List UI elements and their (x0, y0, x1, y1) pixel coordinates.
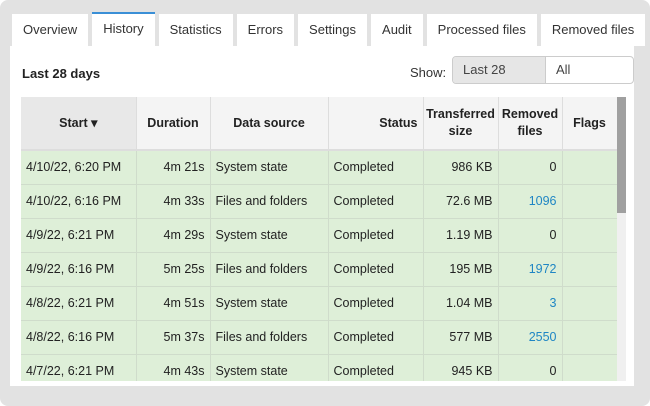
tab-errors[interactable]: Errors (236, 14, 295, 46)
column-header-flags[interactable]: Flags (562, 97, 618, 151)
scrollbar-thumb[interactable] (617, 97, 626, 213)
column-header-removed-files[interactable]: Removed files (498, 97, 563, 151)
duration-cell: 4m 33s (136, 184, 211, 219)
history-table: Start ▾ Duration Data source Status Tran… (21, 97, 618, 381)
flags-cell (562, 286, 618, 321)
last-28-days-button[interactable]: Last 28 days (453, 57, 546, 83)
status-cell: Completed (328, 184, 424, 219)
tab-removed-files[interactable]: Removed files (540, 14, 646, 46)
start-cell: 4/9/22, 6:21 PM (21, 218, 137, 253)
removed-files-cell[interactable]: 1096 (498, 184, 563, 219)
window-frame: Overview History Statistics Errors Settings A… (0, 0, 650, 406)
table-row[interactable]: 4/9/22, 6:16 PM 5m 25s Files and folders Co… (21, 252, 618, 287)
status-cell: Completed (328, 218, 424, 253)
flags-cell (562, 150, 618, 185)
tab-audit[interactable]: Audit (371, 14, 423, 46)
flags-cell (562, 218, 618, 253)
table-scrollbar[interactable] (617, 97, 626, 381)
start-cell: 4/8/22, 6:21 PM (21, 286, 137, 321)
data-source-cell: Files and folders (210, 184, 329, 219)
start-cell: 4/10/22, 6:16 PM (21, 184, 137, 219)
table-row[interactable]: 4/8/22, 6:21 PM 4m 51s System state Complet… (21, 286, 618, 321)
column-header-transferred-size[interactable]: Transferred size (423, 97, 499, 151)
history-table-container: Start ▾ Duration Data source Status Tran… (21, 97, 627, 381)
data-source-cell: Files and folders (210, 252, 329, 287)
removed-files-cell: 0 (498, 354, 563, 381)
tab-processed-files[interactable]: Processed files (426, 14, 537, 46)
data-source-cell: System state (210, 286, 329, 321)
transferred-size-cell: 1.04 MB (423, 286, 499, 321)
table-row[interactable]: 4/9/22, 6:21 PM 4m 29s System state Complet… (21, 218, 618, 253)
status-cell: Completed (328, 320, 424, 355)
data-source-cell: System state (210, 354, 329, 381)
status-cell: Completed (328, 150, 424, 185)
removed-files-cell[interactable]: 3 (498, 286, 563, 321)
removed-files-cell: 0 (498, 150, 563, 185)
tab-statistics[interactable]: Statistics (158, 14, 233, 46)
column-header-status[interactable]: Status (328, 97, 424, 151)
status-cell: Completed (328, 286, 424, 321)
duration-cell: 5m 25s (136, 252, 211, 287)
table-row[interactable]: 4/7/22, 6:21 PM 4m 43s System state Complet… (21, 354, 618, 381)
transferred-size-cell: 986 KB (423, 150, 499, 185)
show-toggle: Last 28 days All sessions (452, 56, 634, 84)
table-row[interactable]: 4/10/22, 6:20 PM 4m 21s System state Comple… (21, 150, 618, 185)
table-row[interactable]: 4/8/22, 6:16 PM 5m 37s Files and folders Co… (21, 320, 618, 355)
transferred-size-cell: 72.6 MB (423, 184, 499, 219)
flags-cell (562, 184, 618, 219)
start-cell: 4/7/22, 6:21 PM (21, 354, 137, 381)
section-title: Last 28 days (22, 66, 101, 81)
data-source-cell: System state (210, 218, 329, 253)
duration-cell: 5m 37s (136, 320, 211, 355)
tab-overview[interactable]: Overview (12, 14, 89, 46)
transferred-size-cell: 195 MB (423, 252, 499, 287)
flags-cell (562, 354, 618, 381)
column-header-duration[interactable]: Duration (136, 97, 211, 151)
duration-cell: 4m 43s (136, 354, 211, 381)
table-row[interactable]: 4/10/22, 6:16 PM 4m 33s Files and folders C… (21, 184, 618, 219)
removed-files-cell[interactable]: 2550 (498, 320, 563, 355)
data-source-cell: Files and folders (210, 320, 329, 355)
status-cell: Completed (328, 354, 424, 381)
start-cell: 4/8/22, 6:16 PM (21, 320, 137, 355)
transferred-size-cell: 1.19 MB (423, 218, 499, 253)
start-cell: 4/9/22, 6:16 PM (21, 252, 137, 287)
tab-settings[interactable]: Settings (298, 14, 368, 46)
data-source-cell: System state (210, 150, 329, 185)
start-cell: 4/10/22, 6:20 PM (21, 150, 137, 185)
column-header-start[interactable]: Start ▾ (21, 97, 137, 151)
status-cell: Completed (328, 252, 424, 287)
tab-bar: Overview History Statistics Errors Settings A… (12, 12, 649, 48)
column-header-data-source[interactable]: Data source (210, 97, 329, 151)
duration-cell: 4m 51s (136, 286, 211, 321)
removed-files-cell[interactable]: 1972 (498, 252, 563, 287)
history-panel: Last 28 days Show: Last 28 days All sess… (10, 46, 634, 386)
flags-cell (562, 252, 618, 287)
flags-cell (562, 320, 618, 355)
transferred-size-cell: 945 KB (423, 354, 499, 381)
transferred-size-cell: 577 MB (423, 320, 499, 355)
all-sessions-button[interactable]: All sessions (546, 57, 633, 83)
duration-cell: 4m 21s (136, 150, 211, 185)
removed-files-cell: 0 (498, 218, 563, 253)
duration-cell: 4m 29s (136, 218, 211, 253)
show-label: Show: (410, 65, 447, 80)
tab-history[interactable]: History (92, 12, 155, 48)
